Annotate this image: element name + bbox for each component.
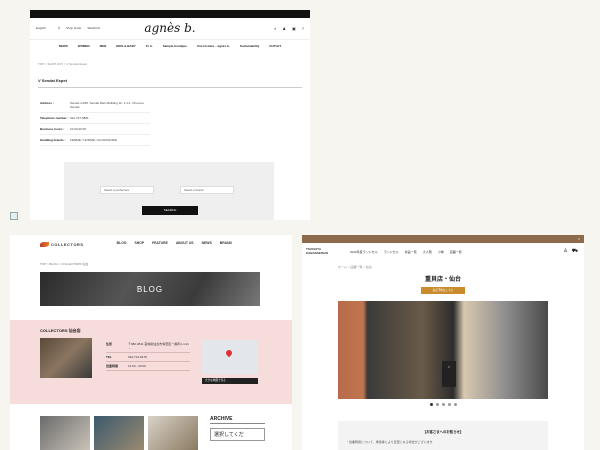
info-row: Telephone number :022-797-9881 [40, 113, 150, 124]
account-icon[interactable]: ♙ [563, 248, 567, 255]
nav-item[interactable]: NEWS [59, 40, 68, 52]
page-title: V Sendai Espet [38, 78, 67, 83]
announcement-bar[interactable]: × [302, 235, 584, 243]
breadcrumb[interactable]: TOP > BLOG > COLLECTORS 仙台 [40, 262, 292, 266]
nav-item[interactable]: 小物 [438, 250, 444, 254]
nav-item[interactable]: 店舗一覧 [450, 250, 462, 254]
brand-select[interactable]: Select a brand [180, 186, 234, 194]
nav-item[interactable]: FEATURE [152, 241, 168, 245]
shop-info-section: COLLECTORS 仙台店 住所 〒980-0811 宮城県仙台市青葉区一番町4… [10, 320, 292, 404]
blog-banner: BLOG [40, 272, 260, 306]
account-icon[interactable]: ♟ [282, 26, 286, 31]
store-info-table: Address : Sendai 4-F#6, Sendai Main Build… [40, 98, 150, 146]
nav-item[interactable]: ランドセル [384, 250, 399, 254]
store-search-box: Select a prefecture Select a brand SEARC… [64, 162, 274, 220]
language-select[interactable]: English [36, 26, 46, 30]
cart-icon[interactable]: ⛟ [572, 248, 578, 255]
carousel-dot[interactable] [453, 403, 457, 406]
banner-title: BLOG [136, 285, 164, 294]
carousel-dot[interactable] [435, 403, 439, 406]
shop-name: COLLECTORS 仙台店 [40, 328, 81, 333]
breadcrumb[interactable]: TOP > SHOP LIST > V Sendai Espet [38, 62, 310, 66]
nav-item[interactable]: Une histoire... agnès b. [197, 40, 230, 52]
info-row: Business hours :10:00-20:00 [40, 124, 150, 135]
nav-item[interactable]: 大人鞄 [423, 250, 432, 254]
logo-text: COLLECTORS [51, 241, 84, 247]
close-icon[interactable]: × [578, 235, 580, 243]
site-header: TSUCHIYA KABANSEISHO 2026年度ランドセル ランドセル 商… [302, 243, 584, 261]
store-sign: ℓ [442, 361, 456, 387]
nav-item[interactable]: BRAND [220, 241, 232, 245]
nav-item[interactable]: BLOG [117, 241, 127, 245]
nav-item[interactable]: SHOP [134, 241, 144, 245]
nav-item[interactable]: ABOUT US [176, 241, 194, 245]
nav-item[interactable]: MEN [100, 40, 107, 52]
brand-logo[interactable]: COLLECTORS [40, 241, 84, 247]
nav-item[interactable]: OUTLET [269, 40, 281, 52]
shop-finder-link[interactable]: Shop finder [66, 26, 81, 30]
reserve-button[interactable]: 来店予約はこちら [421, 287, 465, 294]
search-button[interactable]: SEARCH [142, 206, 198, 215]
brand-logo[interactable]: agnès b. [144, 21, 195, 35]
broken-image-icon [10, 212, 18, 220]
help-icon[interactable]: ? [302, 26, 304, 31]
archive-title: ARCHIVE [210, 416, 265, 424]
logo-line: KABANSEISHO [306, 251, 329, 255]
nav-item[interactable]: To b. [146, 40, 153, 52]
blog-thumb[interactable] [40, 416, 90, 450]
notice-body: ・営業時間について、季節等により変更となる場合がございます [346, 440, 433, 444]
main-nav: 2026年度ランドセル ランドセル 商品一覧 大人鞄 小物 店舗一覧 [350, 250, 462, 254]
notice-box: 【お客さまへのお知らせ】 ・営業時間について、季節等により変更となる場合がござい… [338, 421, 548, 450]
collectors-blog-page: COLLECTORS BLOG SHOP FEATURE ABOUT US NE… [10, 235, 292, 450]
site-header: English ⚲ Shop finder SEARCH agnès b. ⌕ … [30, 18, 310, 40]
info-row: TEL 022-713-9278 [106, 353, 190, 362]
nav-item[interactable]: 2026年度ランドセル [350, 250, 378, 254]
nav-item[interactable]: 商品一覧 [405, 250, 417, 254]
info-row: Handling brands : FEMME / HOMME / ACCESSO… [40, 135, 150, 146]
location-pin-icon[interactable]: ⚲ [58, 26, 60, 30]
blog-thumbnails [40, 416, 198, 450]
breadcrumb[interactable]: ホーム > 店舗一覧 > 仙台 [338, 265, 584, 269]
main-nav: NEWS WOMEN MEN KIDS & BABY To b. Sample … [30, 40, 310, 52]
carousel-dot[interactable] [441, 403, 445, 406]
info-row: 住所 〒980-0811 宮城県仙台市青葉区一番町4-4-11 ... [106, 340, 190, 353]
carousel-dot[interactable] [429, 403, 433, 406]
archive-select[interactable]: 選択してくだ [210, 428, 265, 441]
info-row: 営業時間 12:00 - 20:00 [106, 362, 190, 371]
archive-widget: ARCHIVE 選択してくだ [210, 416, 265, 441]
blog-thumb[interactable] [148, 416, 198, 450]
prefecture-select[interactable]: Select a prefecture [100, 186, 154, 194]
shop-info-table: 住所 〒980-0811 宮城県仙台市青葉区一番町4-4-11 ... TEL 02… [106, 340, 190, 371]
store-photo: ℓ [338, 301, 548, 399]
brand-logo[interactable]: TSUCHIYA KABANSEISHO [306, 248, 328, 255]
nav-item[interactable]: KIDS & BABY [116, 40, 136, 52]
notice-heading: 【お客さまへのお知らせ】 [422, 430, 464, 434]
main-nav: BLOG SHOP FEATURE ABOUT US NEWS BRAND [117, 241, 232, 245]
agnesb-store-page: English ⚲ Shop finder SEARCH agnès b. ⌕ … [30, 10, 310, 220]
divider [38, 87, 302, 88]
blog-thumb[interactable] [94, 416, 144, 450]
nav-item[interactable]: WOMEN [78, 40, 90, 52]
nav-item[interactable]: NEWS [202, 241, 212, 245]
header-utility: English ⚲ Shop finder SEARCH [36, 26, 100, 30]
header-icons: ♙ ⛟ [563, 248, 578, 255]
shop-photo [40, 338, 92, 378]
info-row: Address : Sendai 4-F#6, Sendai Main Build… [40, 98, 150, 113]
search-icon[interactable]: ⌕ [274, 26, 276, 31]
cart-icon[interactable]: ▣ [292, 26, 296, 31]
carousel-dot[interactable] [447, 403, 451, 406]
page-title: 重貝店・仙台 [424, 277, 461, 283]
shop-map[interactable] [202, 340, 258, 374]
promo-bar[interactable] [30, 10, 310, 18]
site-header: COLLECTORS BLOG SHOP FEATURE ABOUT US NE… [10, 235, 292, 253]
map-pin-icon [224, 348, 234, 358]
header-icons: ⌕ ♟ ▣ ? [274, 26, 304, 31]
tsuchiya-store-page: × TSUCHIYA KABANSEISHO 2026年度ランドセル ランドセル… [302, 235, 584, 450]
nav-item[interactable]: Sample boutique [163, 40, 187, 52]
nav-item[interactable]: Sustainability [240, 40, 260, 52]
view-map-button[interactable]: 大きな地図で見る [202, 378, 258, 384]
carousel-dots [302, 403, 584, 406]
logo-mark-icon [40, 241, 49, 247]
search-link[interactable]: SEARCH [87, 26, 100, 30]
